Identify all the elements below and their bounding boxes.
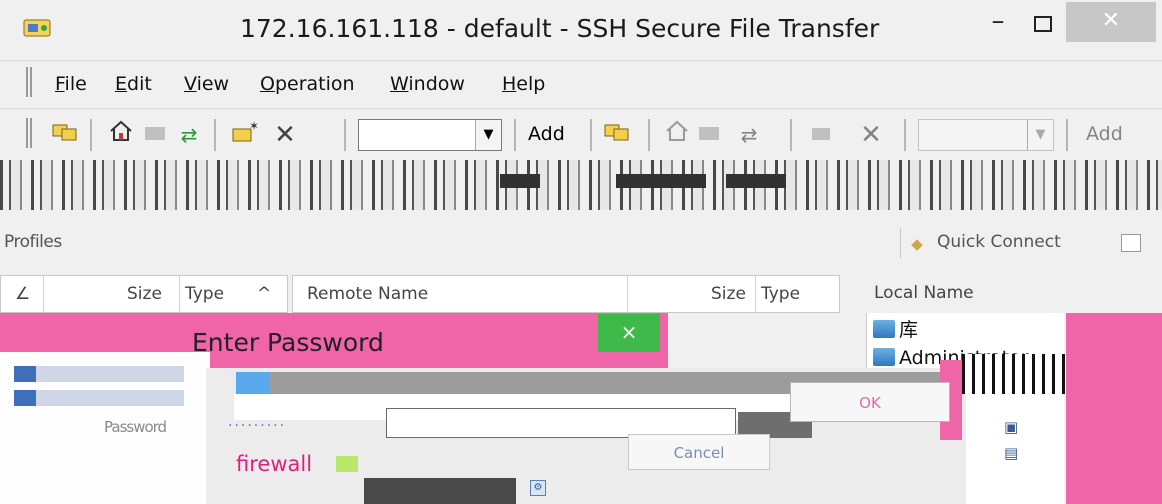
column-headers: ∠ Size Type ^ Remote Name Size Type Loca…	[0, 275, 1162, 313]
home-icon-remote[interactable]	[662, 120, 692, 150]
column-divider[interactable]	[43, 276, 44, 312]
window-title: 172.16.161.118 - default - SSH Secure Fi…	[240, 14, 880, 43]
user-folder-icon	[873, 348, 895, 366]
delete-icon[interactable]: ✕	[270, 120, 300, 150]
menu-window[interactable]: Window	[390, 73, 465, 95]
refresh-icon[interactable]: ⇄	[174, 120, 204, 150]
corrupted-block	[726, 174, 786, 188]
delete-icon-remote[interactable]: ✕	[856, 120, 886, 150]
toolbar-separator	[90, 119, 92, 151]
column-size[interactable]: Size	[127, 284, 162, 304]
dialog-close-button[interactable]: ×	[598, 314, 660, 352]
menubar-grip[interactable]	[26, 67, 32, 97]
tree-item[interactable]: 库	[873, 315, 918, 342]
corrupted-block	[364, 478, 516, 504]
toolbar-secondary-corrupted	[0, 160, 1162, 210]
profiles-toggle-icon[interactable]	[1121, 234, 1141, 252]
tree-item-label: 库	[899, 319, 919, 341]
add-button-left[interactable]: Add	[528, 123, 565, 145]
corrupted-list-item	[14, 390, 184, 406]
title-bar: 172.16.161.118 - default - SSH Secure Fi…	[0, 0, 1162, 58]
folder-up-icon-remote[interactable]	[694, 120, 724, 150]
profiles-label: Profiles	[4, 232, 62, 252]
ok-button[interactable]: OK	[790, 382, 950, 422]
toolbar-separator	[514, 119, 516, 151]
refresh-icon-remote[interactable]: ⇄	[734, 120, 764, 150]
column-divider[interactable]	[755, 276, 756, 312]
menu-operation[interactable]: Operation	[260, 73, 355, 95]
close-window-button[interactable]: ✕	[1066, 2, 1156, 42]
corrupted-block	[500, 174, 540, 188]
column-remote-name[interactable]: Remote Name	[307, 284, 428, 304]
dialog-backdrop-right	[1066, 313, 1162, 504]
chevron-down-icon[interactable]: ▼	[1027, 120, 1053, 150]
menu-bar: File Edit View Operation Window Help	[0, 60, 1162, 104]
column-remote-size[interactable]: Size	[711, 284, 746, 304]
firewall-indicator	[336, 456, 358, 472]
profiles-bar: Profiles ◆ Quick Connect	[0, 218, 1162, 266]
folder-up-icon[interactable]	[140, 120, 170, 150]
minimize-button[interactable]: –	[984, 8, 1012, 38]
toolbar-separator	[790, 119, 792, 151]
toolbar-separator	[344, 119, 346, 151]
local-tree-extra: ▣ ▤	[1004, 418, 1018, 470]
new-folder-icon-remote[interactable]	[808, 120, 838, 150]
corrupted-stripes	[962, 354, 1066, 394]
menu-view[interactable]: View	[184, 73, 229, 95]
sort-marker-icon[interactable]: ∠	[15, 284, 30, 304]
profile-combo-left[interactable]: ▼	[358, 119, 502, 151]
chevron-down-icon[interactable]: ▼	[475, 120, 501, 150]
toolbar-separator	[214, 119, 216, 151]
profile-combo-right[interactable]: ▼	[918, 119, 1054, 151]
menu-file[interactable]: File	[55, 73, 87, 95]
cancel-button[interactable]: Cancel	[628, 434, 770, 470]
toolbar-separator	[648, 119, 650, 151]
menu-edit[interactable]: Edit	[115, 73, 152, 95]
settings-icon[interactable]: ⚙	[530, 480, 546, 496]
corrupted-list-item	[14, 366, 184, 382]
folder-icon-remote[interactable]	[602, 120, 632, 150]
password-mask: ·········	[228, 418, 287, 434]
toolbar-separator	[590, 119, 592, 151]
local-columns: ∠ Size Type ^	[0, 275, 288, 313]
quick-connect-label: Quick Connect	[937, 232, 1061, 252]
quick-connect-icon: ◆	[911, 235, 923, 253]
add-button-right[interactable]: Add	[1086, 123, 1123, 145]
corrupted-block	[616, 174, 706, 188]
quick-connect-button[interactable]: ◆ Quick Connect	[900, 228, 1162, 258]
library-icon	[873, 320, 895, 338]
dialog-title: Enter Password	[192, 328, 384, 357]
home-icon[interactable]	[106, 120, 136, 150]
column-divider[interactable]	[179, 276, 180, 312]
ssh-app-icon	[23, 19, 51, 37]
menu-help[interactable]: Help	[502, 73, 545, 95]
svg-text:✶: ✶	[249, 120, 259, 133]
column-remote-type[interactable]: Type	[761, 284, 800, 304]
computer-icon[interactable]: ▣	[1004, 418, 1018, 444]
column-local-name[interactable]: Local Name	[874, 283, 974, 303]
sort-ascending-icon[interactable]: ^	[257, 284, 271, 304]
firewall-label: firewall	[236, 452, 313, 476]
network-icon[interactable]: ▤	[1004, 444, 1018, 470]
column-type[interactable]: Type	[185, 284, 224, 304]
column-divider[interactable]	[627, 276, 628, 312]
new-folder-icon[interactable]: ✶	[230, 119, 260, 150]
toolbar-separator	[1066, 119, 1068, 151]
password-label: Password	[104, 418, 167, 436]
toolbar-grip[interactable]	[26, 118, 32, 148]
maximize-button[interactable]	[1026, 10, 1054, 38]
toolbar-separator	[904, 119, 906, 151]
remote-columns: Remote Name Size Type	[292, 275, 840, 313]
folder-icon[interactable]	[50, 120, 80, 150]
toolbar-main: ⇄ ✶ ✕ ▼ Add ⇄ ✕ ▼ Add	[0, 108, 1162, 160]
